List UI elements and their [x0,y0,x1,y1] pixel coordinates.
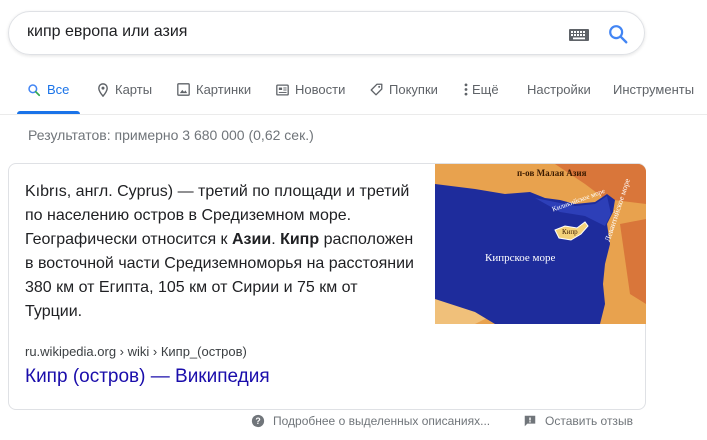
snippet-bold-asia: Азии [232,231,272,248]
tab-images[interactable]: Картинки [177,82,251,97]
cyprus-map-image[interactable]: п-ов Малая Азия Киликийское море Кипр Ки… [435,164,646,324]
snippet-text: Kıbrıs, англ. Cyprus) — третий по площад… [25,180,415,324]
tab-more[interactable]: Ещё [464,82,499,97]
more-vert-icon [464,83,468,96]
tab-tools[interactable]: Инструменты [613,82,694,97]
result-stats: Результатов: примерно 3 680 000 (0,62 се… [28,127,314,143]
snippet-text-part: . [271,231,281,248]
tab-label: Настройки [527,82,591,97]
tab-maps[interactable]: Карты [97,82,152,97]
keyboard-icon[interactable] [569,28,589,46]
svg-text:?: ? [255,416,260,426]
feedback-button[interactable]: Оставить отзыв [523,414,633,428]
tab-label: Ещё [472,82,499,97]
tab-settings[interactable]: Настройки [527,82,591,97]
map-label-cyprian-sea: Кипрское море [485,252,556,264]
featured-snippet-card: Kıbrıs, англ. Cyprus) — третий по площад… [8,163,646,410]
about-featured-snippets[interactable]: ? Подробнее о выделенных описаниях... [251,414,490,428]
feedback-label: Оставить отзыв [545,414,633,428]
search-tabs: Все Карты Картинки Новости Покупки Ещё Н… [0,72,707,115]
tab-label: Новости [295,82,346,97]
tab-all[interactable]: Все [27,82,69,97]
feedback-icon [524,415,536,427]
tab-label: Инструменты [613,82,695,97]
tab-shopping[interactable]: Покупки [370,82,438,97]
map-pin-icon [98,82,108,97]
map-label-asia-minor: п-ов Малая Азия [517,168,587,178]
result-cite: ru.wikipedia.org › wiki › Кипр_(остров) [25,344,247,359]
about-featured-snippets-label: Подробнее о выделенных описаниях... [273,414,491,428]
tab-label: Карты [115,82,153,97]
search-box[interactable] [8,11,645,55]
image-icon [177,83,190,96]
tab-label: Покупки [389,82,438,97]
active-tab-indicator [17,111,80,114]
newspaper-icon [276,83,289,96]
magnifier-icon[interactable] [607,23,629,50]
tab-label: Картинки [196,82,252,97]
tab-news[interactable]: Новости [276,82,345,97]
help-icon: ? [251,414,265,428]
search-input[interactable] [27,23,547,41]
tab-label: Все [47,82,70,97]
map-label-cyprus: Кипр [562,228,578,236]
snippet-bold-cyprus: Кипр [280,231,320,248]
tag-icon [370,83,383,96]
search-icon [28,83,41,96]
result-title-link[interactable]: Кипр (остров) — Википедия [25,366,270,388]
